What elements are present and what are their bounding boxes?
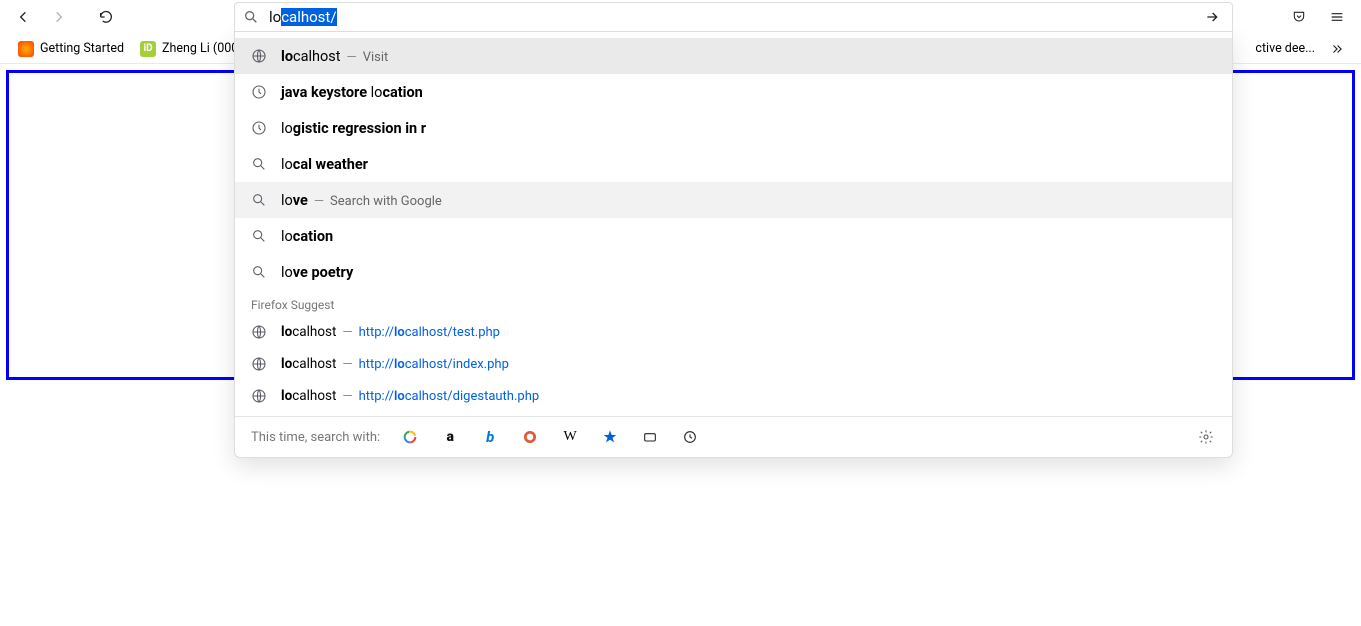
engine-wikipedia[interactable]: W [560,427,580,447]
urlbar-text: localhost/ [269,8,337,26]
go-button[interactable] [1200,5,1224,29]
hamburger-icon [1329,9,1345,25]
engine-duckduckgo[interactable] [520,427,540,447]
arrow-left-icon [16,9,32,25]
app-menu-button[interactable] [1321,3,1353,31]
bookmark-truncated[interactable]: ctive dee... [1249,38,1321,59]
bookmark-label: Getting Started [40,41,124,56]
duckduckgo-icon [522,429,538,445]
browser-toolbar: localhost/ localhost—Visit java keystore… [0,0,1361,34]
urlbar-results-panel: localhost—Visit java keystore location l… [234,32,1233,458]
reload-icon [98,9,114,25]
forward-button[interactable] [42,3,74,31]
result-text: local weather [281,156,368,173]
globe-icon [251,324,267,340]
suggest-row[interactable]: localhost—http://localhost/digestauth.ph… [235,380,1232,412]
star-icon [602,429,618,445]
result-text: java keystore location [281,84,423,101]
suggest-text: localhost—http://localhost/digestauth.ph… [281,388,539,404]
urlbar-container: localhost/ localhost—Visit java keystore… [234,2,1233,32]
globe-icon [251,48,267,64]
engine-bookmarks[interactable] [600,427,620,447]
bing-icon: b [486,428,494,446]
suggest-row[interactable]: localhost—http://localhost/index.php [235,348,1232,380]
bookmark-getting-started[interactable]: Getting Started [12,38,130,60]
search-engine-footer: This time, search with: a b W [235,416,1232,457]
search-icon [251,192,267,208]
google-icon [402,429,418,445]
search-icon [251,228,267,244]
result-text: love—Search with Google [281,192,442,209]
firefox-icon [18,41,34,57]
result-row[interactable]: love poetry [235,254,1232,290]
bookmarks-overflow-button[interactable] [1325,37,1349,61]
arrow-right-icon [50,9,66,25]
tab-icon [642,429,658,445]
engine-amazon[interactable]: a [440,427,460,447]
result-row[interactable]: location [235,218,1232,254]
chevron-double-right-icon [1330,42,1344,56]
wikipedia-icon: W [564,429,577,445]
urlbar-selected: calhost/ [281,8,336,26]
bookmark-label: ctive dee... [1255,41,1315,56]
reload-button[interactable] [90,3,122,31]
amazon-icon: a [446,429,453,445]
search-icon [243,9,259,25]
engine-bing[interactable]: b [480,427,500,447]
engine-google[interactable] [400,427,420,447]
suggest-row[interactable]: localhost—http://localhost/test.php [235,316,1232,348]
globe-icon [251,388,267,404]
result-row[interactable]: localhost—Visit [235,38,1232,74]
result-text: love poetry [281,264,353,281]
arrow-right-icon [1204,9,1220,25]
pocket-button[interactable] [1283,3,1315,31]
history-icon [251,84,267,100]
engine-tabs[interactable] [640,427,660,447]
toolbar-right [1283,3,1353,31]
gear-icon [1198,429,1214,445]
pocket-icon [1291,9,1307,25]
result-text: localhost—Visit [281,48,388,65]
search-settings-button[interactable] [1196,427,1216,447]
urlbar[interactable]: localhost/ [234,2,1233,32]
engine-history[interactable] [680,427,700,447]
result-row[interactable]: local weather [235,146,1232,182]
urlbar-typed: lo [269,8,281,26]
suggest-text: localhost—http://localhost/test.php [281,324,500,340]
result-text: location [281,228,333,245]
result-text: logistic regression in r [281,120,426,137]
history-icon [682,429,698,445]
history-icon [251,120,267,136]
result-row[interactable]: love—Search with Google [235,182,1232,218]
suggest-text: localhost—http://localhost/index.php [281,356,509,372]
back-button[interactable] [8,3,40,31]
result-row[interactable]: java keystore location [235,74,1232,110]
footer-label: This time, search with: [251,430,380,445]
firefox-suggest-label: Firefox Suggest [235,290,1232,316]
result-row[interactable]: logistic regression in r [235,110,1232,146]
globe-icon [251,356,267,372]
orcid-icon: iD [140,41,156,57]
search-icon [251,264,267,280]
search-icon [251,156,267,172]
